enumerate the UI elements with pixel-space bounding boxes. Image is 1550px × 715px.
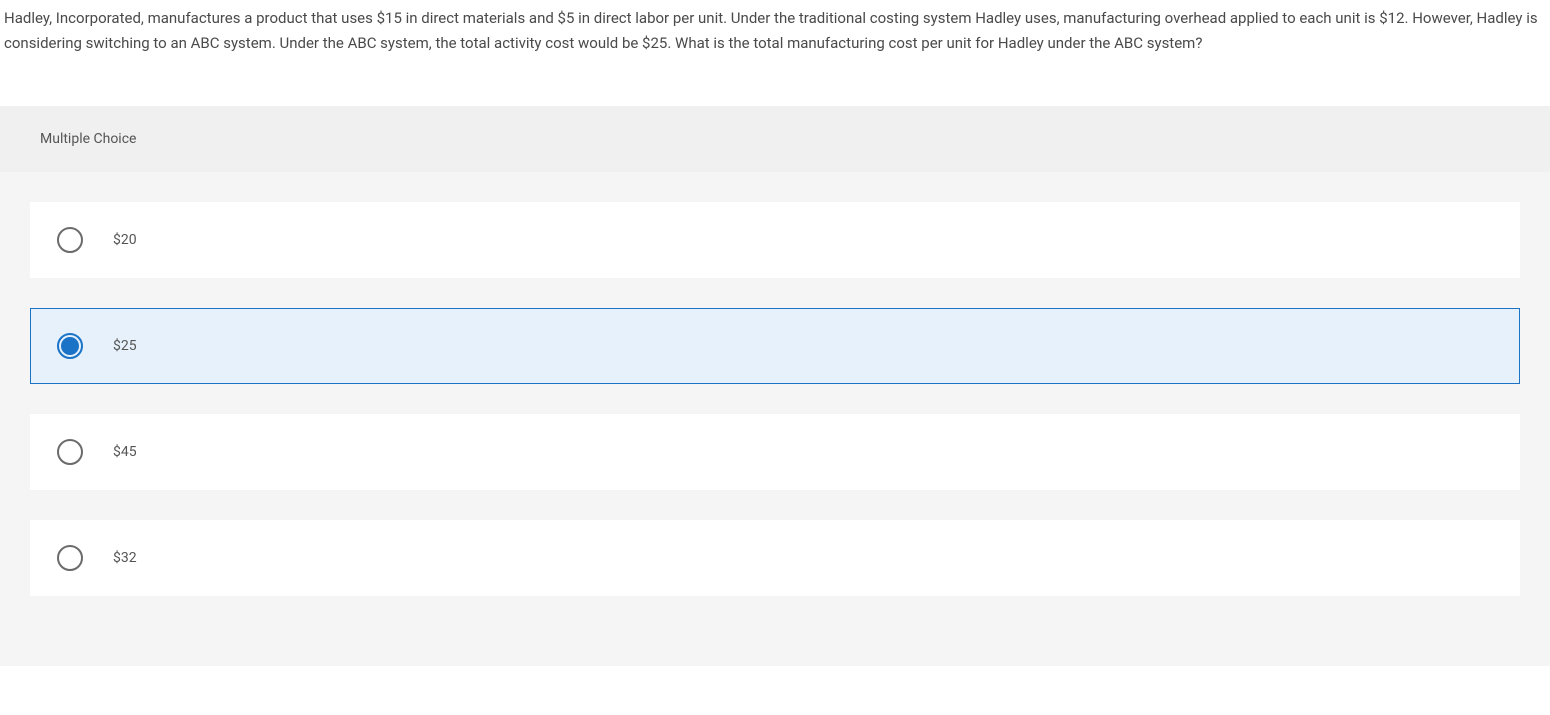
option-label: $20 [113, 229, 137, 251]
radio-icon [57, 439, 83, 465]
multiple-choice-header: Multiple Choice [0, 106, 1550, 172]
radio-icon [57, 227, 83, 253]
option-1[interactable]: $20 [30, 202, 1520, 278]
option-label: $25 [113, 335, 137, 357]
radio-inner-icon [61, 337, 79, 355]
option-label: $32 [113, 547, 137, 569]
option-2[interactable]: $25 [30, 308, 1520, 384]
radio-icon [57, 545, 83, 571]
option-4[interactable]: $32 [30, 520, 1520, 596]
options-list: $20 $25 $45 $32 [0, 172, 1550, 596]
multiple-choice-container: Multiple Choice $20 $25 $45 $32 [0, 106, 1550, 666]
radio-icon [57, 333, 83, 359]
question-text: Hadley, Incorporated, manufactures a pro… [0, 0, 1550, 56]
option-label: $45 [113, 441, 137, 463]
option-3[interactable]: $45 [30, 414, 1520, 490]
